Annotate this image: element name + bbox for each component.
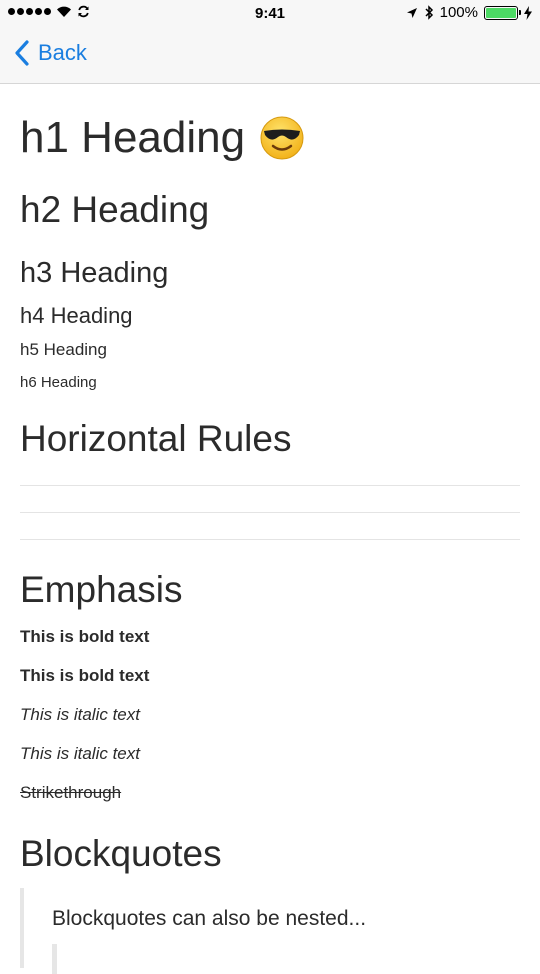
- horizontal-rule: [20, 485, 520, 486]
- battery-icon: [484, 5, 521, 20]
- italic-text: This is italic text: [20, 744, 140, 763]
- h1-heading: h1 Heading: [20, 112, 305, 164]
- strikethrough-text: Strikethrough: [20, 783, 122, 802]
- h6-heading: h6 Heading: [20, 374, 97, 391]
- bluetooth-icon: [425, 5, 433, 20]
- h4-heading: h4 Heading: [20, 303, 133, 328]
- italic-text: This is italic text: [20, 705, 140, 724]
- h2-heading: h2 Heading: [20, 189, 210, 230]
- horizontal-rules-heading: Horizontal Rules: [20, 418, 292, 459]
- nested-blockquote-bar: [52, 944, 57, 974]
- navigation-bar: Back: [0, 28, 540, 84]
- h1-heading-text: h1 Heading: [20, 113, 246, 162]
- h3-heading: h3 Heading: [20, 257, 169, 289]
- horizontal-rule: [20, 539, 520, 540]
- status-right: 100%: [406, 4, 532, 21]
- blockquote: Blockquotes can also be nested...: [20, 888, 524, 974]
- location-arrow-icon: [406, 7, 417, 18]
- back-label: Back: [38, 40, 87, 65]
- bold-text: This is bold text: [20, 666, 150, 685]
- emphasis-heading: Emphasis: [20, 569, 183, 610]
- horizontal-rule: [20, 512, 520, 513]
- back-button[interactable]: Back: [14, 39, 87, 67]
- charging-bolt-icon: [524, 5, 532, 20]
- status-bar: 9:41 100%: [0, 0, 540, 28]
- sunglasses-emoji-icon: [260, 116, 304, 160]
- battery-fill: [486, 7, 516, 18]
- blockquotes-heading: Blockquotes: [20, 833, 222, 874]
- bold-text: This is bold text: [20, 627, 150, 646]
- h5-heading: h5 Heading: [20, 340, 107, 359]
- blockquote-text: Blockquotes can also be nested...: [52, 907, 367, 930]
- battery-percent: 100%: [439, 4, 478, 21]
- chevron-left-icon: [15, 40, 29, 66]
